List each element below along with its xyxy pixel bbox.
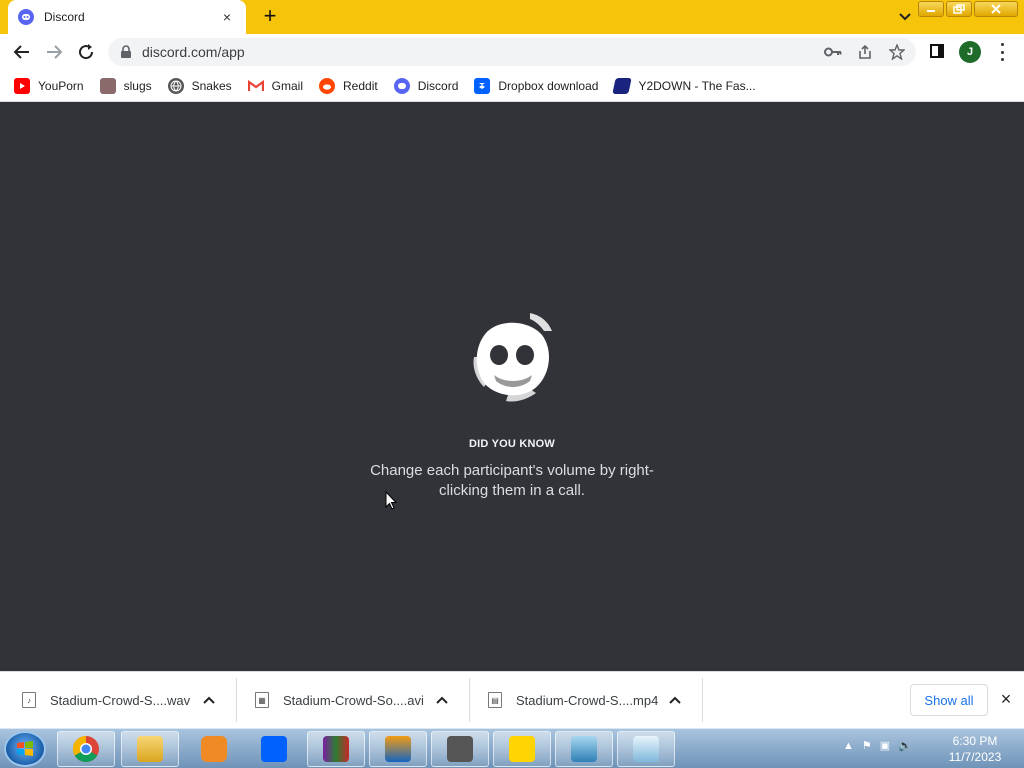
bookmark-reddit[interactable]: Reddit [319, 77, 378, 94]
dropbox-icon [474, 77, 491, 94]
discord-loading-screen: DID YOU KNOW Change each participant's v… [0, 103, 1024, 671]
download-filename: Stadium-Crowd-So....avi [283, 692, 424, 708]
chevron-up-icon[interactable] [666, 693, 684, 707]
taskbar-winrar[interactable] [307, 731, 365, 767]
bookmark-snakes[interactable]: Snakes [167, 77, 232, 94]
reddit-icon [319, 77, 335, 94]
bookmark-star-icon[interactable] [888, 43, 906, 61]
profile-avatar[interactable]: J [959, 41, 981, 63]
url-text: discord.com/app [142, 44, 245, 60]
tab-search-chevron-icon[interactable] [896, 8, 914, 26]
chrome-icon [72, 735, 99, 763]
notepad-icon [633, 736, 659, 762]
volume-muted-icon[interactable]: 🔈 [898, 739, 912, 752]
bookmark-label: Snakes [191, 78, 232, 93]
tab-title: Discord [44, 10, 85, 24]
bookmark-discord[interactable]: Discord [393, 77, 459, 94]
taskbar-media-player[interactable] [185, 731, 243, 767]
photo-viewer-icon [571, 736, 597, 762]
y2down-icon [612, 77, 633, 94]
browser-title-bar: Discord × + [0, 0, 1024, 34]
video-file-icon: ▦ [255, 692, 269, 708]
key-icon[interactable] [824, 43, 842, 61]
bookmark-slugs[interactable]: slugs [99, 77, 152, 94]
bookmarks-bar: YouPorn slugs Snakes Gmail Reddit Discor… [0, 70, 1024, 102]
new-tab-button[interactable]: + [258, 5, 282, 29]
clock-time: 6:30 PM [952, 734, 998, 748]
tip-text: Change each participant's volume by righ… [370, 462, 654, 499]
youtube-icon [14, 77, 30, 94]
image-icon [99, 77, 116, 94]
globe-icon [167, 77, 184, 94]
window-close-button[interactable] [974, 1, 1018, 17]
bookmark-label: YouPorn [38, 78, 84, 93]
restore-button[interactable] [946, 1, 972, 17]
minimize-button[interactable] [918, 1, 944, 17]
chevron-up-icon[interactable] [200, 693, 218, 707]
tip-heading: DID YOU KNOW [469, 438, 555, 450]
share-icon[interactable] [856, 43, 874, 61]
tab-discord[interactable]: Discord × [8, 0, 246, 34]
bookmark-label: Y2DOWN - The Fas... [638, 78, 756, 93]
bookmark-label: Gmail [271, 78, 303, 93]
windows-taskbar: ▲ ⚑ ▣ 🔈 6:30 PM 11/7/2023 [0, 728, 1024, 768]
system-tray: ▲ ⚑ ▣ 🔈 [843, 739, 920, 753]
download-filename: Stadium-Crowd-S....mp4 [516, 692, 659, 708]
forward-icon[interactable] [42, 40, 66, 64]
tab-close-icon[interactable]: × [218, 9, 236, 25]
download-item[interactable]: ▤ Stadium-Crowd-S....mp4 [470, 678, 703, 722]
gmail-icon [247, 78, 264, 94]
taskbar-clock[interactable]: 6:30 PM 11/7/2023 [940, 733, 1010, 765]
bookmark-youporn[interactable]: YouPorn [14, 77, 84, 94]
start-button[interactable] [4, 731, 46, 767]
taskbar-chrome[interactable] [57, 731, 115, 767]
winrar-icon [323, 736, 349, 762]
show-all-downloads-button[interactable]: Show all [910, 684, 988, 716]
lock-icon[interactable] [120, 45, 132, 64]
discord-loading-logo-icon [472, 311, 554, 403]
bookmark-label: Dropbox download [498, 78, 599, 93]
taskbar-app-6[interactable] [369, 731, 427, 767]
download-shelf: ♪ Stadium-Crowd-S....wav ▦ Stadium-Crowd… [0, 671, 1024, 728]
taskbar-app-7[interactable] [431, 731, 489, 767]
bookmark-y2down[interactable]: Y2DOWN - The Fas... [612, 77, 756, 94]
download-filename: Stadium-Crowd-S....wav [50, 692, 191, 708]
audio-file-icon: ♪ [22, 692, 36, 708]
address-bar[interactable]: discord.com/app [108, 38, 916, 66]
close-download-shelf-icon[interactable]: × [996, 689, 1016, 709]
download-item[interactable]: ▦ Stadium-Crowd-So....avi [237, 678, 470, 722]
chevron-up-icon[interactable] [433, 693, 451, 707]
bookmark-dropbox[interactable]: Dropbox download [474, 77, 599, 94]
show-hidden-icons-icon[interactable]: ▲ [843, 740, 854, 752]
browser-menu-icon[interactable] [994, 43, 1010, 61]
taskbar-notepad[interactable] [617, 731, 675, 767]
sticky-notes-icon [509, 736, 535, 762]
file-explorer-icon [137, 736, 163, 762]
bookmark-label: slugs [123, 78, 152, 93]
bookmark-gmail[interactable]: Gmail [247, 78, 303, 94]
action-center-flag-icon[interactable]: ⚑ [862, 739, 872, 752]
reload-icon[interactable] [74, 40, 98, 64]
back-icon[interactable] [10, 40, 34, 64]
discord-icon [393, 77, 410, 94]
bookmark-label: Reddit [343, 78, 378, 93]
taskbar-file-explorer[interactable] [121, 731, 179, 767]
download-item[interactable]: ♪ Stadium-Crowd-S....wav [0, 678, 237, 722]
side-panel-icon[interactable] [930, 44, 944, 58]
discord-favicon-icon [18, 9, 34, 25]
media-player-icon [201, 736, 227, 762]
taskbar-dropbox[interactable] [245, 731, 303, 767]
window-controls [916, 1, 1018, 17]
game-icon [447, 736, 473, 762]
network-icon[interactable]: ▣ [880, 739, 890, 752]
firefox-like-icon [385, 736, 411, 762]
clock-date: 11/7/2023 [948, 750, 1002, 764]
dropbox-icon [261, 736, 287, 762]
bookmark-label: Discord [417, 78, 459, 93]
mouse-cursor-icon [385, 490, 398, 516]
taskbar-photo-viewer[interactable] [555, 731, 613, 767]
taskbar-sticky-notes[interactable] [493, 731, 551, 767]
video-file-icon: ▤ [488, 692, 502, 708]
